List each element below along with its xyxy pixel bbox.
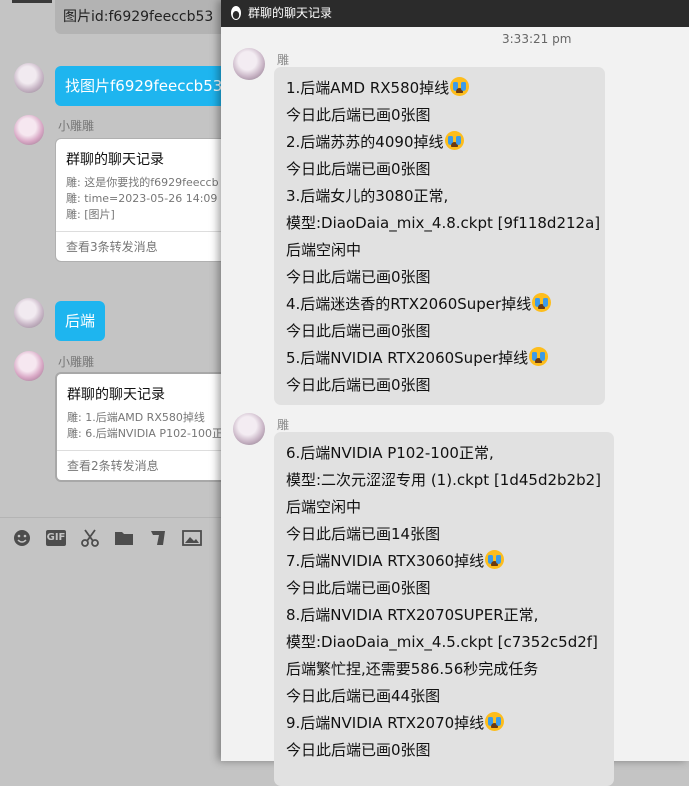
crying-emoji-icon: [444, 131, 464, 150]
card-line: 雕: time=2023-05-26 14:09: [66, 192, 218, 205]
quote-icon[interactable]: [148, 528, 168, 548]
forward-card-1[interactable]: 群聊的聊天记录 雕: 这是你要找的f6929feeccb 雕: time=202…: [55, 138, 222, 262]
find-image-bubble[interactable]: 找图片f6929feeccb53: [55, 66, 222, 106]
window-titlebar[interactable]: 群聊的聊天记录: [221, 0, 689, 27]
message-line: 今日此后端已画0张图: [286, 579, 431, 597]
message-line: 今日此后端已画0张图: [286, 268, 431, 286]
message-line: 模型:DiaoDaia_mix_4.5.ckpt [c7352c5d2f]: [286, 633, 598, 651]
crying-emoji-icon: [529, 347, 549, 366]
toolbar-divider: [0, 517, 222, 518]
message-line: 今日此后端已画0张图: [286, 106, 431, 124]
crying-emoji-icon: [485, 712, 505, 731]
message-timestamp: 3:33:21 pm: [502, 32, 572, 46]
card-footer[interactable]: 查看2条转发消息: [57, 450, 222, 480]
message-line: 今日此后端已画14张图: [286, 525, 441, 543]
message-line: 后端空闲中: [286, 498, 362, 516]
gif-icon[interactable]: GIF: [46, 530, 66, 546]
message-line: 8.后端NVIDIA RTX2070SUPER正常,: [286, 606, 539, 624]
backend-bubble[interactable]: 后端: [55, 301, 106, 341]
card-footer[interactable]: 查看3条转发消息: [56, 231, 222, 261]
image-icon[interactable]: [182, 528, 202, 548]
message-line: 今日此后端已画0张图: [286, 322, 431, 340]
avatar[interactable]: [233, 48, 265, 80]
crying-emoji-icon: [532, 293, 552, 312]
window-title: 群聊的聊天记录: [248, 6, 333, 20]
chat-record-window: 群聊的聊天记录 3:33:21 pm 雕 1.后端AMD RX580掉线 今日此…: [221, 0, 689, 786]
message-line: 9.后端NVIDIA RTX2070掉线: [286, 710, 602, 737]
message-line: 4.后端迷迭香的RTX2060Super掉线: [286, 291, 593, 318]
scissors-icon[interactable]: [80, 528, 100, 548]
message-line: 7.后端NVIDIA RTX3060掉线: [286, 548, 602, 575]
message-bubble[interactable]: 1.后端AMD RX580掉线 今日此后端已画0张图 2.后端苏苏的4090掉线…: [274, 67, 605, 405]
background-chat-window: 图片id:f6929feeccb53 找图片f6929feeccb53 小雕雕 …: [0, 0, 222, 761]
avatar[interactable]: [14, 351, 44, 381]
sender-name: 小雕雕: [58, 355, 95, 369]
card-title: 群聊的聊天记录: [67, 387, 165, 403]
input-toolbar: GIF: [12, 528, 202, 548]
message-line: 2.后端苏苏的4090掉线: [286, 129, 593, 156]
card-line: 雕: 这是你要找的f6929feeccb: [66, 176, 219, 189]
message-line: 今日此后端已画44张图: [286, 687, 441, 705]
qq-penguin-icon: [231, 6, 241, 20]
card-line: 雕: 1.后端AMD RX580掉线: [67, 411, 205, 424]
image-id-bubble[interactable]: 图片id:f6929feeccb53: [55, 0, 222, 34]
forward-card-2[interactable]: 群聊的聊天记录 雕: 1.后端AMD RX580掉线 雕: 6.后端NVIDIA…: [55, 372, 222, 482]
crying-emoji-icon: [450, 77, 470, 96]
avatar[interactable]: [233, 413, 265, 445]
message-line: 6.后端NVIDIA P102-100正常,: [286, 444, 494, 462]
message-line: 后端空闲中: [286, 241, 362, 259]
avatar[interactable]: [14, 115, 44, 145]
sender-name: 小雕雕: [58, 119, 95, 133]
crying-emoji-icon: [485, 550, 505, 569]
message-line: 模型:二次元涩涩专用 (1).ckpt [1d45d2b2b2]: [286, 471, 601, 489]
message-bubble[interactable]: 6.后端NVIDIA P102-100正常, 模型:二次元涩涩专用 (1).ck…: [274, 432, 614, 786]
message-line: 3.后端女儿的3080正常,: [286, 187, 449, 205]
message-line: 后端繁忙捏,还需要586.56秒完成任务: [286, 660, 539, 678]
message-line: 5.后端NVIDIA RTX2060Super掉线: [286, 345, 593, 372]
sender-name: 雕: [277, 53, 290, 67]
sender-name: 雕: [277, 418, 290, 432]
message-line: 今日此后端已画0张图: [286, 741, 431, 759]
message-line: 今日此后端已画0张图: [286, 376, 431, 394]
message-line: 模型:DiaoDaia_mix_4.8.ckpt [9f118d212a]: [286, 214, 601, 232]
tab-indicator: [12, 0, 52, 3]
emoji-icon[interactable]: [12, 528, 32, 548]
card-line: 雕: 6.后端NVIDIA P102-100正: [67, 427, 222, 440]
avatar[interactable]: [14, 63, 44, 93]
avatar[interactable]: [14, 298, 44, 328]
card-title: 群聊的聊天记录: [66, 152, 164, 168]
folder-icon[interactable]: [114, 528, 134, 548]
card-line: 雕: [图片]: [66, 208, 115, 221]
message-line: 今日此后端已画0张图: [286, 160, 431, 178]
message-line: 1.后端AMD RX580掉线: [286, 75, 593, 102]
